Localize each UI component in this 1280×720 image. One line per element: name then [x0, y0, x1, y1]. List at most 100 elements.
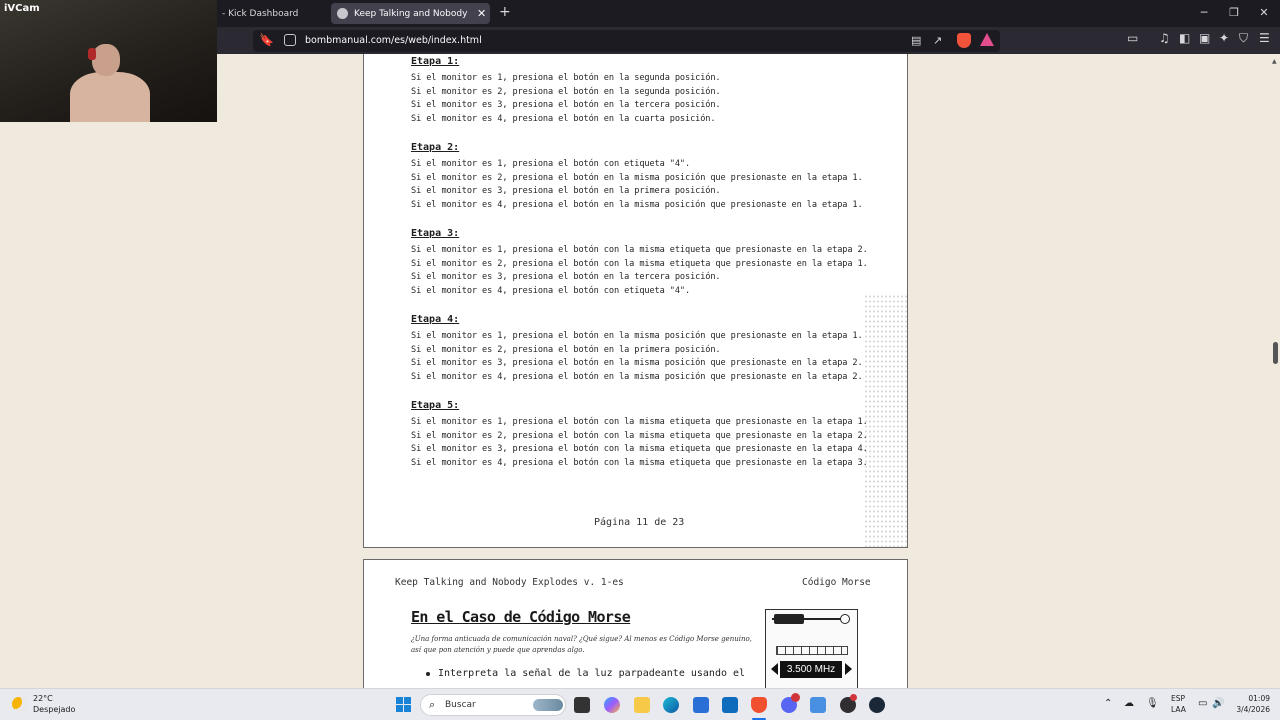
search-label: Buscar — [445, 700, 476, 710]
stage-rule: Si el monitor es 3, presiona el botón en… — [411, 186, 721, 196]
restore-window-icon[interactable]: ❐ — [1226, 6, 1242, 19]
notification-badge — [791, 693, 800, 702]
tab-title: - Kick Dashboard — [222, 8, 299, 19]
tab-kick-dashboard[interactable]: - Kick Dashboard — [217, 0, 329, 27]
scroll-thumb[interactable] — [1273, 342, 1278, 364]
brave-shields-icon[interactable] — [957, 33, 971, 48]
sidebar-icon[interactable]: ◧ — [1179, 31, 1190, 45]
close-window-icon[interactable]: ✕ — [1256, 6, 1272, 19]
stage-rule: Si el monitor es 2, presiona el botón co… — [411, 258, 868, 269]
menu-icon[interactable]: ☰ — [1259, 31, 1270, 45]
taskbar: 22°C Despejado ⌕ Buscar ⌃ ☁ 🎙 ESP LAA ▭ … — [0, 688, 1280, 720]
instruction-bullet: Interpreta la señal de la luz parpadeant… — [438, 668, 746, 679]
stage-rule: Si el monitor es 2, presiona el botón en… — [411, 86, 721, 97]
favicon-icon — [337, 8, 348, 19]
bullet-icon — [426, 672, 430, 676]
stage-rule: Si el monitor es 2, presiona el botón en… — [411, 172, 863, 183]
arrow-left-icon — [771, 663, 778, 675]
file-explorer-icon[interactable] — [634, 697, 650, 713]
page-header-title: Keep Talking and Nobody Explodes v. 1-es — [395, 577, 624, 588]
recording-badge — [850, 694, 857, 701]
reader-mode-icon[interactable]: ▤ — [911, 34, 921, 47]
leo-ai-icon[interactable]: ✦ — [1219, 31, 1229, 45]
address-bar[interactable]: 🔖 bombmanual.com/es/web/index.html ▤ ↗ — [253, 30, 1000, 52]
stage-heading: Etapa 1: — [411, 56, 460, 67]
cloud-icon[interactable]: ☁ — [1124, 698, 1134, 709]
clock-time[interactable]: 01:09 — [1236, 694, 1270, 703]
wallet-icon[interactable]: ▣ — [1199, 31, 1210, 45]
weather-temperature[interactable]: 22°C — [33, 694, 53, 703]
search-highlight-art — [533, 699, 563, 711]
stage-rule: Si el monitor es 1, presiona el botón co… — [411, 417, 868, 427]
minimize-window-icon[interactable]: ─ — [1196, 6, 1212, 19]
stage-rule: Si el monitor es 1, presiona el botón co… — [411, 245, 868, 255]
webcam-overlay: iVCam — [0, 0, 217, 122]
brave-browser-icon[interactable] — [751, 697, 767, 713]
stage-rule: Si el monitor es 3, presiona el botón en… — [411, 272, 721, 282]
vpn-icon[interactable]: ⛉ — [1239, 31, 1248, 46]
close-tab-icon[interactable]: ✕ — [477, 7, 486, 20]
edge-browser-icon[interactable] — [663, 697, 679, 713]
stage-5: Etapa 5: Si el monitor es 1, presiona el… — [411, 400, 868, 471]
stage-rule: Si el monitor es 1, presiona el botón en… — [411, 73, 721, 83]
stage-rule: Si el monitor es 4, presiona el botón en… — [411, 113, 716, 124]
manual-page: Etapa 1: Si el monitor es 1, presiona el… — [363, 54, 908, 548]
page-header-section: Código Morse — [802, 577, 871, 588]
windows-logo-square — [404, 705, 411, 712]
stage-2: Etapa 2: Si el monitor es 1, presiona el… — [411, 142, 863, 213]
task-view-icon[interactable] — [574, 697, 590, 713]
keyboard-layout[interactable]: LAA — [1171, 705, 1186, 714]
bookmark-icon[interactable]: 🔖 — [259, 33, 274, 47]
headset-icon — [88, 48, 96, 60]
taskbar-search[interactable]: ⌕ Buscar — [420, 694, 566, 716]
start-button[interactable] — [396, 697, 411, 712]
stage-rule: Si el monitor es 1, presiona el botón en… — [411, 331, 863, 341]
steam-icon[interactable] — [869, 697, 885, 713]
webcam-label: iVCam — [4, 3, 40, 14]
music-icon[interactable]: ♫ — [1159, 31, 1170, 45]
site-info-icon[interactable] — [284, 34, 296, 46]
streamer-body — [70, 72, 150, 122]
share-icon[interactable]: ↗ — [933, 34, 942, 47]
stage-1: Etapa 1: Si el monitor es 1, presiona el… — [411, 56, 721, 127]
stage-rule: Si el monitor es 4, presiona el botón en… — [411, 199, 863, 210]
brave-rewards-icon[interactable] — [980, 33, 994, 46]
stage-rule: Si el monitor es 3, presiona el botón en… — [411, 358, 863, 368]
section-title: En el Caso de Código Morse — [411, 608, 631, 626]
clock-date[interactable]: 3/4/2026 — [1228, 705, 1270, 714]
microphone-icon[interactable]: 🎙 — [1146, 698, 1159, 709]
stage-3: Etapa 3: Si el monitor es 1, presiona el… — [411, 228, 868, 299]
input-language[interactable]: ESP — [1171, 694, 1185, 703]
volume-icon[interactable]: 🔊 — [1212, 698, 1224, 709]
tab-keep-talking[interactable]: Keep Talking and Nobody Explodes ✕ — [331, 3, 490, 24]
stage-rule: Si el monitor es 4, presiona el botón en… — [411, 371, 863, 382]
stage-rule: Si el monitor es 3, presiona el botón en… — [411, 100, 721, 110]
stage-4: Etapa 4: Si el monitor es 1, presiona el… — [411, 314, 863, 385]
paper-grunge-texture — [864, 294, 907, 547]
stage-rule: Si el monitor es 1, presiona el botón co… — [411, 159, 691, 169]
copilot-icon[interactable] — [604, 697, 620, 713]
windows-logo-square — [396, 705, 403, 712]
weather-description[interactable]: Despejado — [33, 705, 75, 714]
url-text[interactable]: bombmanual.com/es/web/index.html — [305, 35, 482, 46]
stage-rule: Si el monitor es 2, presiona el botón en… — [411, 344, 721, 355]
microsoft-store-icon[interactable] — [693, 697, 709, 713]
light-housing — [774, 614, 804, 624]
new-tab-icon[interactable]: + — [499, 4, 511, 20]
morse-module-illustration: 3.500 MHz — [765, 609, 858, 699]
network-icon[interactable]: ▭ — [1198, 698, 1207, 709]
windows-logo-square — [404, 697, 411, 704]
frequency-display: 3.500 MHz — [780, 661, 842, 678]
chevron-up-icon[interactable]: ⌃ — [1104, 698, 1112, 709]
app-icon[interactable] — [810, 697, 826, 713]
light-bulb-icon — [840, 614, 850, 624]
stage-heading: Etapa 3: — [411, 228, 460, 239]
scroll-up-icon[interactable]: ▲ — [1272, 58, 1277, 65]
tab-title: Keep Talking and Nobody Explodes — [354, 8, 471, 19]
media-icon[interactable]: ▭ — [1127, 31, 1138, 45]
page-scrollbar[interactable]: ▲ — [1270, 54, 1280, 688]
moon-weather-icon[interactable] — [12, 697, 26, 711]
section-subtitle: ¿Una forma anticuada de comunicación nav… — [411, 635, 752, 654]
outlook-icon[interactable] — [722, 697, 738, 713]
windows-logo-square — [396, 697, 403, 704]
